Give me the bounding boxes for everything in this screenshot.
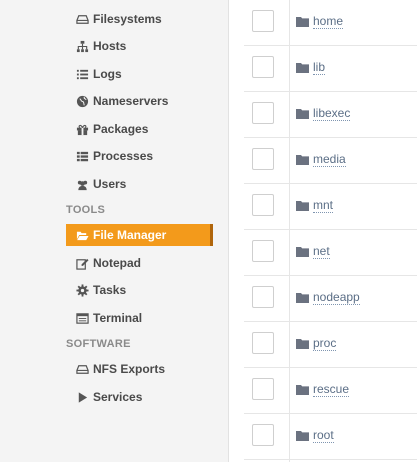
sidebar-item-label: Terminal [93, 311, 143, 325]
sidebar-item-label: Tasks [93, 283, 127, 297]
sidebar-item-logs[interactable]: Logs [66, 63, 213, 85]
list-icon [76, 68, 89, 81]
select-checkbox[interactable] [252, 56, 274, 78]
select-checkbox[interactable] [252, 332, 274, 354]
file-link[interactable]: net [296, 244, 330, 259]
table-list-icon [76, 150, 89, 163]
file-link[interactable]: rescue [296, 382, 350, 397]
select-checkbox[interactable] [252, 240, 274, 262]
file-link[interactable]: home [296, 14, 344, 29]
file-name: proc [313, 336, 337, 351]
folder-icon [296, 108, 309, 119]
file-link[interactable]: libexec [296, 106, 351, 121]
globe-icon [76, 95, 89, 108]
select-checkbox[interactable] [252, 148, 274, 170]
table-row: net [244, 230, 417, 276]
sidebar-item-label: Notepad [93, 256, 141, 270]
table-row: root [244, 414, 417, 460]
table-row: mnt [244, 184, 417, 230]
file-name: mnt [313, 198, 334, 213]
select-checkbox[interactable] [252, 10, 274, 32]
file-name: media [313, 152, 346, 167]
table-row: proc [244, 322, 417, 368]
sidebar-item-label: Users [93, 177, 127, 191]
section-header-software: SOFTWARE [66, 338, 131, 350]
sitemap-icon [76, 40, 89, 53]
file-name: nodeapp [313, 290, 360, 305]
sidebar-item-filesystems[interactable]: Filesystems [66, 8, 213, 30]
folder-open-icon [76, 229, 89, 242]
section-header-tools: TOOLS [66, 204, 106, 216]
folder-icon [296, 292, 309, 303]
sidebar-item-hosts[interactable]: Hosts [66, 35, 213, 57]
folder-icon [296, 384, 309, 395]
sidebar-item-file-manager[interactable]: File Manager [66, 224, 213, 246]
sidebar-item-label: Packages [93, 122, 149, 136]
file-link[interactable]: proc [296, 336, 337, 351]
sidebar-item-nfs-exports[interactable]: NFS Exports [66, 358, 213, 380]
sidebar-item-label: Nameservers [93, 94, 169, 108]
select-checkbox[interactable] [252, 102, 274, 124]
file-link[interactable]: root [296, 428, 334, 443]
table-row: libexec [244, 92, 417, 138]
file-link[interactable]: media [296, 152, 346, 167]
select-checkbox[interactable] [252, 194, 274, 216]
gift-icon [76, 123, 89, 136]
sidebar-item-label: Logs [93, 67, 122, 81]
sidebar-item-label: File Manager [93, 228, 167, 242]
folder-icon [296, 200, 309, 211]
sidebar-item-users[interactable]: Users [66, 173, 213, 195]
sidebar-item-processes[interactable]: Processes [66, 145, 213, 167]
sidebar-item-tasks[interactable]: Tasks [66, 279, 213, 301]
table-row: rescue [244, 368, 417, 414]
edit-icon [76, 257, 89, 270]
select-checkbox[interactable] [252, 286, 274, 308]
folder-icon [296, 430, 309, 441]
table-row: media [244, 138, 417, 184]
select-checkbox[interactable] [252, 424, 274, 446]
folder-icon [296, 154, 309, 165]
file-name: rescue [313, 382, 350, 397]
sidebar-item-notepad[interactable]: Notepad [66, 252, 213, 274]
file-name: home [313, 14, 344, 29]
file-name: net [313, 244, 330, 259]
cog-icon [76, 283, 89, 297]
folder-icon [296, 62, 309, 73]
folder-icon [296, 16, 309, 27]
table-row: lib [244, 46, 417, 92]
users-icon [76, 178, 89, 191]
terminal-icon [76, 312, 89, 325]
file-name: root [313, 428, 334, 443]
table-row: nodeapp [244, 276, 417, 322]
folder-icon [296, 338, 309, 349]
folder-icon [296, 246, 309, 257]
sidebar-item-nameservers[interactable]: Nameservers [66, 90, 213, 112]
sidebar: Filesystems Hosts Logs Nameservers Packa… [0, 0, 229, 462]
file-link[interactable]: nodeapp [296, 290, 360, 305]
sidebar-item-terminal[interactable]: Terminal [66, 307, 213, 329]
sidebar-item-label: Hosts [93, 39, 127, 53]
file-link[interactable]: mnt [296, 198, 334, 213]
sidebar-item-label: NFS Exports [93, 362, 166, 376]
hdd-icon [76, 363, 89, 376]
sidebar-item-label: Filesystems [93, 12, 162, 26]
file-list: home lib libexec media mnt net nodeapp p… [244, 0, 417, 462]
sidebar-item-packages[interactable]: Packages [66, 118, 213, 140]
sidebar-item-services[interactable]: Services [66, 386, 213, 408]
file-link[interactable]: lib [296, 60, 326, 75]
file-name: libexec [313, 106, 351, 121]
select-checkbox[interactable] [252, 378, 274, 400]
hdd-icon [76, 13, 89, 26]
table-row: home [244, 0, 417, 46]
file-name: lib [313, 60, 326, 75]
play-icon [76, 391, 89, 404]
sidebar-item-label: Processes [93, 149, 154, 163]
sidebar-item-label: Services [93, 390, 143, 404]
